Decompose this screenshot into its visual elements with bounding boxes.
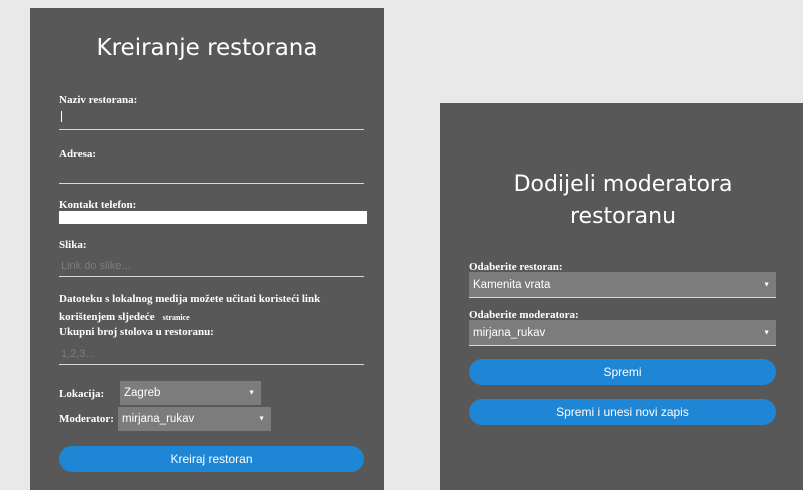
image-label: Slika: (59, 239, 87, 251)
moderator-value: mirjana_rukav (122, 413, 195, 425)
chevron-down-icon: ▼ (258, 415, 265, 423)
phone-label: Kontakt telefon: (59, 199, 137, 211)
location-value: Zagreb (124, 387, 161, 399)
upload-note: Datoteku s lokalnog medija možete učitat… (59, 290, 364, 327)
address-input[interactable] (59, 163, 364, 184)
location-label: Lokacija: (59, 388, 105, 400)
location-select[interactable]: Zagreb ▼ (120, 381, 261, 405)
chevron-down-icon: ▼ (763, 329, 770, 336)
create-restaurant-title: Kreiranje restorana (96, 35, 318, 61)
address-label: Adresa: (59, 148, 97, 160)
text-cursor (61, 111, 62, 122)
restaurant-select-value: Kamenita vrata (473, 278, 551, 291)
save-and-new-button[interactable]: Spremi i unesi novi zapis (469, 399, 776, 425)
create-restaurant-button[interactable]: Kreiraj restoran (59, 446, 364, 472)
save-button[interactable]: Spremi (469, 359, 776, 385)
assign-moderator-title: Dodijeli moderatora restoranu (513, 172, 733, 229)
restaurant-name-label: Naziv restorana: (59, 94, 138, 106)
chevron-down-icon: ▼ (763, 281, 770, 288)
assign-moderator-panel: Dodijeli moderatora restoranu Odaberite … (440, 103, 803, 490)
restaurant-select[interactable]: Kamenita vrata ▼ (469, 272, 776, 298)
phone-input[interactable] (59, 211, 367, 224)
tables-label: Ukupni broj stolova u restoranu: (59, 326, 214, 338)
assign-moderator-select[interactable]: mirjana_rukav ▼ (469, 320, 776, 346)
moderator-label: Moderator: (59, 413, 114, 425)
upload-page-link[interactable]: stranice (163, 313, 190, 322)
assign-moderator-value: mirjana_rukav (473, 326, 546, 339)
moderator-select[interactable]: mirjana_rukav ▼ (118, 407, 271, 431)
tables-input[interactable] (59, 343, 364, 365)
restaurant-name-input[interactable] (59, 109, 364, 130)
create-restaurant-panel: Kreiranje restorana Naziv restorana: Adr… (30, 8, 384, 490)
image-link-input[interactable] (59, 255, 364, 277)
chevron-down-icon: ▼ (248, 389, 255, 397)
